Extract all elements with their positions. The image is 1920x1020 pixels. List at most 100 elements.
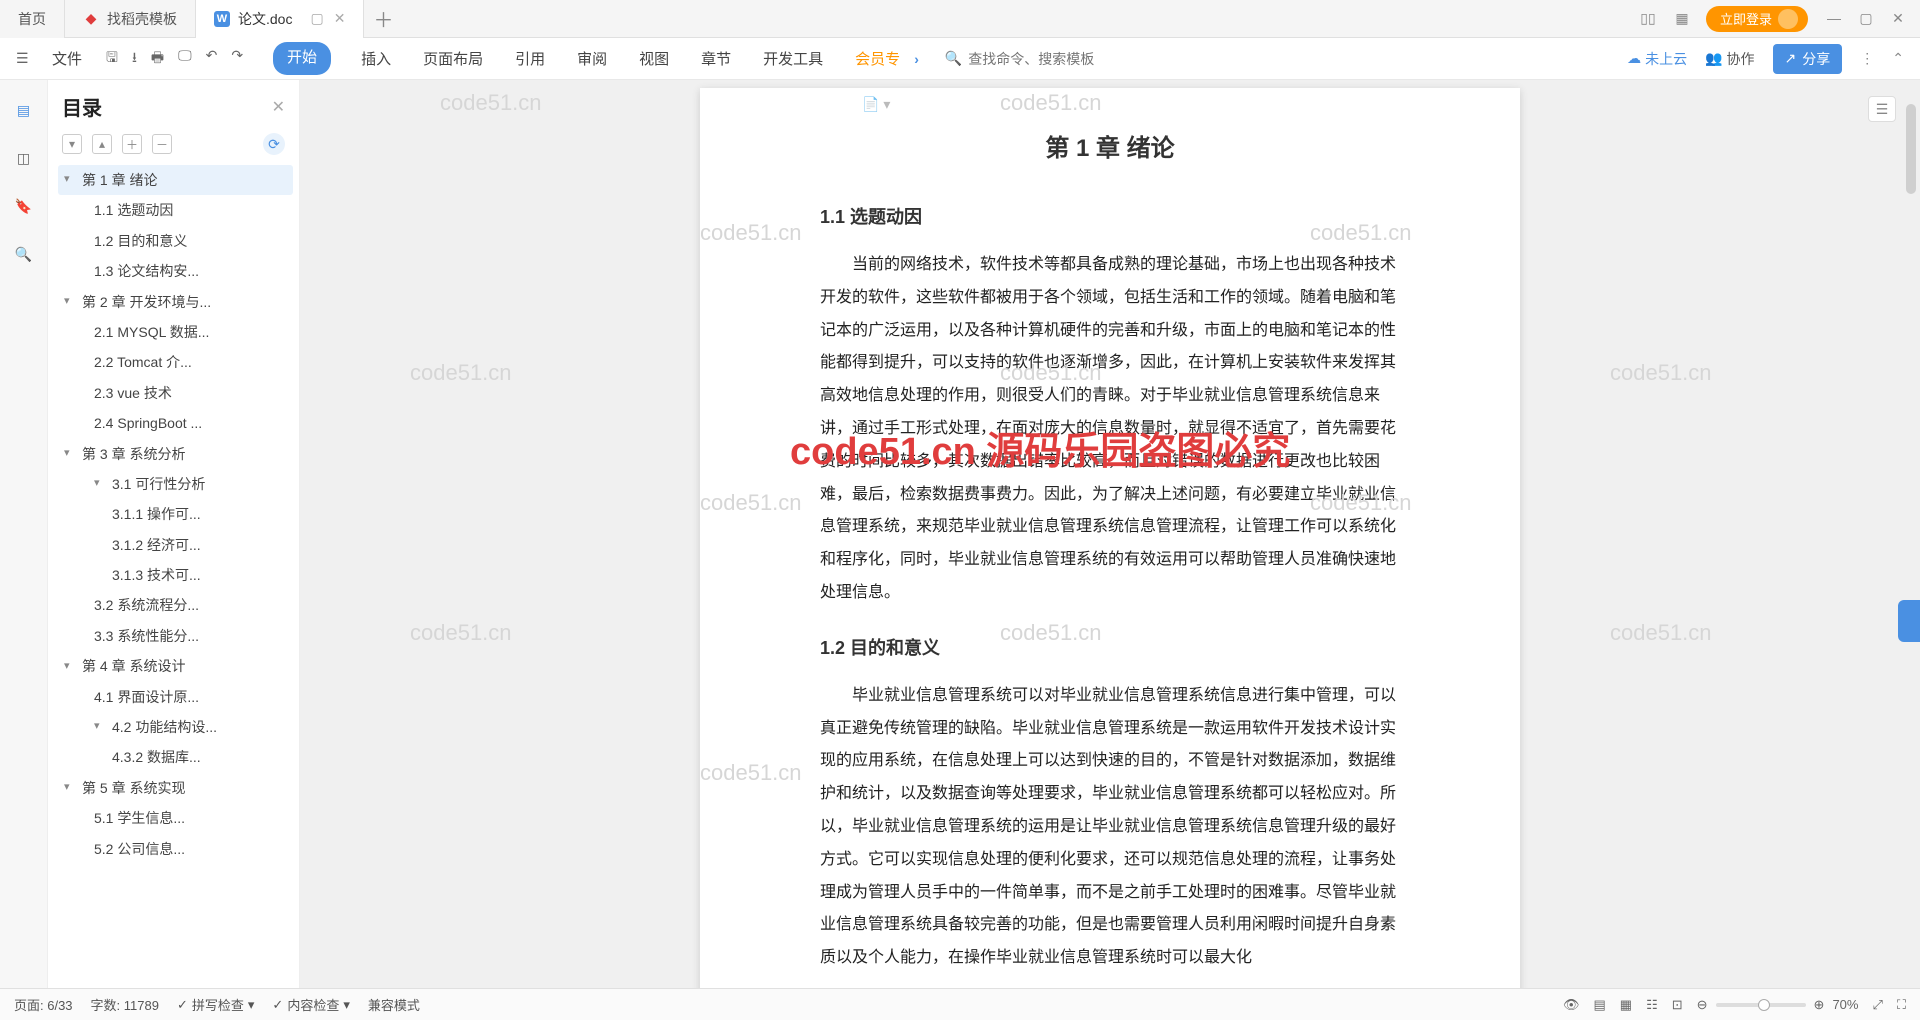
toc-item[interactable]: 3.1.1 操作可... [58, 499, 293, 529]
side-tab-icon[interactable] [1898, 600, 1920, 642]
collapse-ribbon-icon[interactable]: ⌃ [1892, 50, 1904, 67]
outline-icon[interactable]: ▤ [12, 98, 36, 122]
spellcheck-button[interactable]: ✓ 拼写检查 ▾ [177, 995, 254, 1014]
chevron-down-icon[interactable]: ▾ [64, 779, 78, 797]
fullwidth-icon[interactable]: ⊡ [1672, 997, 1683, 1013]
chevron-down-icon[interactable]: ▾ [64, 293, 78, 311]
search-input[interactable] [968, 51, 1138, 67]
zoom-value[interactable]: 70% [1832, 997, 1858, 1012]
collab-button[interactable]: 👥 协作 [1705, 49, 1754, 69]
apps-icon[interactable]: ▦ [1672, 9, 1692, 29]
ribtab-start[interactable]: 开始 [273, 42, 331, 75]
tab-restore-icon[interactable]: ▢ [310, 10, 323, 27]
toc-item[interactable]: 5.2 公司信息... [58, 834, 293, 864]
expand-all-icon[interactable]: ▴ [92, 134, 112, 154]
chevron-down-icon[interactable]: ▾ [94, 475, 108, 493]
print-layout-icon[interactable]: ▤ [1593, 997, 1605, 1013]
zoom-thumb[interactable] [1758, 999, 1770, 1011]
web-layout-icon[interactable]: ▦ [1620, 997, 1632, 1013]
save-icon[interactable]: 🖫 [106, 47, 118, 71]
ribtab-insert[interactable]: 插入 [359, 42, 393, 75]
toc-item[interactable]: 3.2 系统流程分... [58, 590, 293, 620]
outline-view-icon[interactable]: ☷ [1646, 997, 1658, 1013]
demote-icon[interactable]: － [152, 134, 172, 154]
toc-item-label: 1.3 论文结构安... [94, 260, 199, 282]
toc-item[interactable]: 3.1.3 技术可... [58, 560, 293, 590]
toc-item[interactable]: 2.2 Tomcat 介... [58, 347, 293, 377]
reading-view-icon[interactable]: 👁 [1563, 997, 1580, 1013]
right-panel-toggle-icon[interactable]: ☰ [1868, 96, 1896, 122]
toc-item[interactable]: 1.1 选题动因 [58, 195, 293, 225]
close-window-icon[interactable]: ✕ [1886, 10, 1910, 27]
cloud-status[interactable]: ☁ 未上云 [1627, 49, 1687, 69]
chevron-down-icon[interactable]: ▾ [64, 658, 78, 676]
word-count[interactable]: 字数: 11789 [91, 995, 159, 1014]
chapter-nav-icon[interactable]: ◫ [12, 146, 36, 170]
fullscreen-icon[interactable]: ⛶ [1897, 997, 1906, 1013]
zoom-slider[interactable] [1716, 1003, 1806, 1007]
command-search[interactable]: 🔍 [945, 50, 1138, 67]
minimize-icon[interactable]: — [1822, 10, 1846, 27]
new-tab-button[interactable]: ＋ [364, 4, 402, 33]
ribtab-view[interactable]: 视图 [637, 42, 671, 75]
toc-close-icon[interactable]: ✕ [272, 97, 285, 117]
undo-icon[interactable]: ↶ [206, 47, 218, 71]
ribtab-review[interactable]: 审阅 [575, 42, 609, 75]
chevron-down-icon[interactable]: ▾ [94, 718, 108, 736]
promote-icon[interactable]: ＋ [122, 134, 142, 154]
more-icon[interactable]: ⋮ [1860, 50, 1874, 67]
toc-item[interactable]: ▾4.2 功能结构设... [58, 712, 293, 742]
redo-icon[interactable]: ↷ [231, 47, 243, 71]
ribtab-chapter[interactable]: 章节 [699, 42, 733, 75]
toc-item[interactable]: 2.1 MYSQL 数据... [58, 317, 293, 347]
toc-item[interactable]: ▾第 5 章 系统实现 [58, 773, 293, 803]
toc-item[interactable]: 5.1 学生信息... [58, 803, 293, 833]
chevron-down-icon[interactable]: ▾ [64, 171, 78, 189]
login-button[interactable]: 立即登录 [1706, 6, 1808, 32]
maximize-icon[interactable]: ▢ [1854, 10, 1878, 27]
scrollbar[interactable] [1904, 80, 1918, 988]
page-indicator[interactable]: 页面: 6/33 [14, 995, 73, 1014]
toc-item[interactable]: 2.4 SpringBoot ... [58, 408, 293, 438]
toc-item[interactable]: ▾第 1 章 绪论 [58, 165, 293, 195]
ribtab-devtools[interactable]: 开发工具 [761, 42, 825, 75]
hamburger-icon[interactable]: ☰ [16, 50, 38, 67]
file-menu[interactable]: 文件 [44, 44, 90, 73]
find-icon[interactable]: 🔍 [12, 242, 36, 266]
toc-item[interactable]: 3.1.2 经济可... [58, 530, 293, 560]
content-check-button[interactable]: ✓ 内容检查 ▾ [272, 995, 349, 1014]
print-preview-icon[interactable]: 🖵 [178, 47, 192, 71]
tab-home[interactable]: 首页 [0, 0, 65, 38]
toc-item[interactable]: 3.3 系统性能分... [58, 621, 293, 651]
compat-mode[interactable]: 兼容模式 [368, 995, 420, 1014]
print-icon[interactable]: 🖶 [151, 47, 164, 71]
toc-item[interactable]: ▾3.1 可行性分析 [58, 469, 293, 499]
chevron-down-icon[interactable]: ▾ [64, 445, 78, 463]
toc-item[interactable]: ▾第 2 章 开发环境与... [58, 287, 293, 317]
ribtab-references[interactable]: 引用 [513, 42, 547, 75]
tab-close-icon[interactable]: ✕ [334, 10, 346, 27]
toc-item[interactable]: 4.3.2 数据库... [58, 742, 293, 772]
page-options-icon[interactable]: 📄 ▾ [862, 96, 890, 113]
share-button[interactable]: ↗ 分享 [1773, 44, 1843, 74]
sync-icon[interactable]: ⟳ [263, 133, 285, 155]
layout-icon[interactable]: ▯▯ [1638, 9, 1658, 29]
ribbon-next-icon[interactable]: › [914, 51, 919, 67]
toc-item[interactable]: 1.3 论文结构安... [58, 256, 293, 286]
tab-template[interactable]: ◆ 找稻壳模板 [65, 0, 196, 38]
export-icon[interactable]: ⭳ [132, 47, 137, 71]
tab-document[interactable]: W 论文.doc ▢ ✕ [196, 0, 364, 38]
ribtab-page-layout[interactable]: 页面布局 [421, 42, 485, 75]
zoom-in-icon[interactable]: ⊕ [1814, 997, 1825, 1013]
zoom-out-icon[interactable]: ⊖ [1697, 997, 1708, 1013]
scrollbar-thumb[interactable] [1906, 104, 1916, 194]
ribtab-vip[interactable]: 会员专 [853, 42, 902, 75]
bookmark-icon[interactable]: 🔖 [12, 194, 36, 218]
toc-item[interactable]: 4.1 界面设计原... [58, 682, 293, 712]
toc-item[interactable]: 1.2 目的和意义 [58, 226, 293, 256]
toc-item[interactable]: ▾第 3 章 系统分析 [58, 439, 293, 469]
toc-item[interactable]: ▾第 4 章 系统设计 [58, 651, 293, 681]
toc-item[interactable]: 2.3 vue 技术 [58, 378, 293, 408]
fit-page-icon[interactable]: ⤢ [1872, 997, 1882, 1013]
collapse-all-icon[interactable]: ▾ [62, 134, 82, 154]
